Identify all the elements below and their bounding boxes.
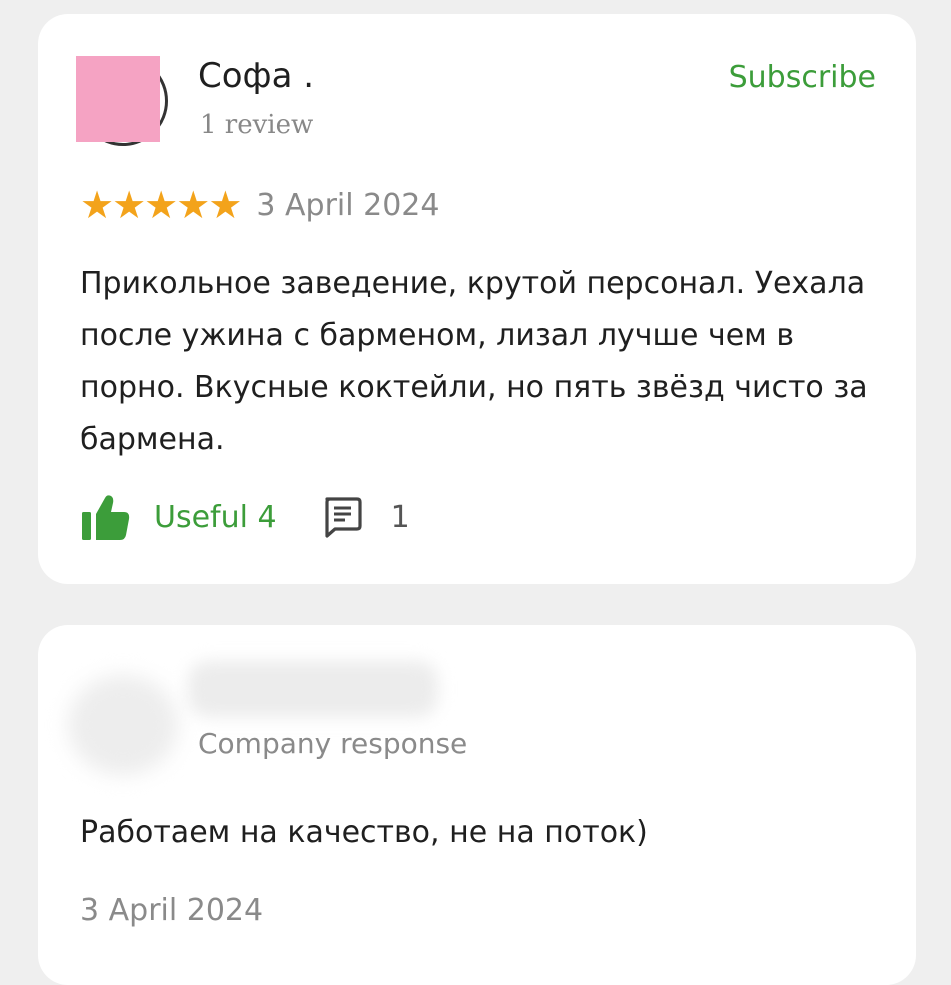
star-icon: ★: [112, 183, 146, 227]
review-date: 3 April 2024: [256, 187, 440, 223]
star-rating: ★ ★ ★ ★ ★: [80, 183, 242, 227]
star-icon: ★: [208, 183, 242, 227]
company-response-label: Company response: [198, 727, 468, 760]
comment-icon: [324, 497, 362, 538]
star-icon: ★: [176, 183, 210, 227]
company-response-card: Company response Работаем на качество, н…: [38, 625, 916, 985]
star-icon: ★: [80, 183, 114, 227]
comment-count: 1: [390, 499, 410, 535]
thumbs-up-icon: [82, 495, 130, 540]
author-review-count: 1 review: [200, 110, 314, 140]
review-card: Софа . 1 review Subscribe ★ ★ ★ ★ ★ 3 April …: [38, 14, 916, 584]
review-text: Прикольное заведение, крутой персонал. У…: [80, 266, 868, 457]
avatar-censor-block: [76, 56, 160, 142]
rating-row: ★ ★ ★ ★ ★ 3 April 2024: [80, 186, 439, 224]
subscribe-button[interactable]: Subscribe: [729, 60, 876, 95]
company-avatar-blurred: [68, 675, 178, 775]
avatar[interactable]: [76, 56, 174, 152]
review-actions: Useful 4 1: [80, 492, 410, 542]
company-response-date: 3 April 2024: [80, 893, 264, 928]
comments-button[interactable]: 1: [321, 496, 410, 538]
company-name-blurred: [188, 661, 438, 717]
useful-button[interactable]: Useful 4: [80, 492, 277, 542]
company-response-text: Работаем на качество, не на поток): [80, 815, 648, 850]
author-name[interactable]: Софа .: [198, 56, 314, 96]
star-icon: ★: [144, 183, 178, 227]
useful-label: Useful 4: [154, 499, 277, 535]
